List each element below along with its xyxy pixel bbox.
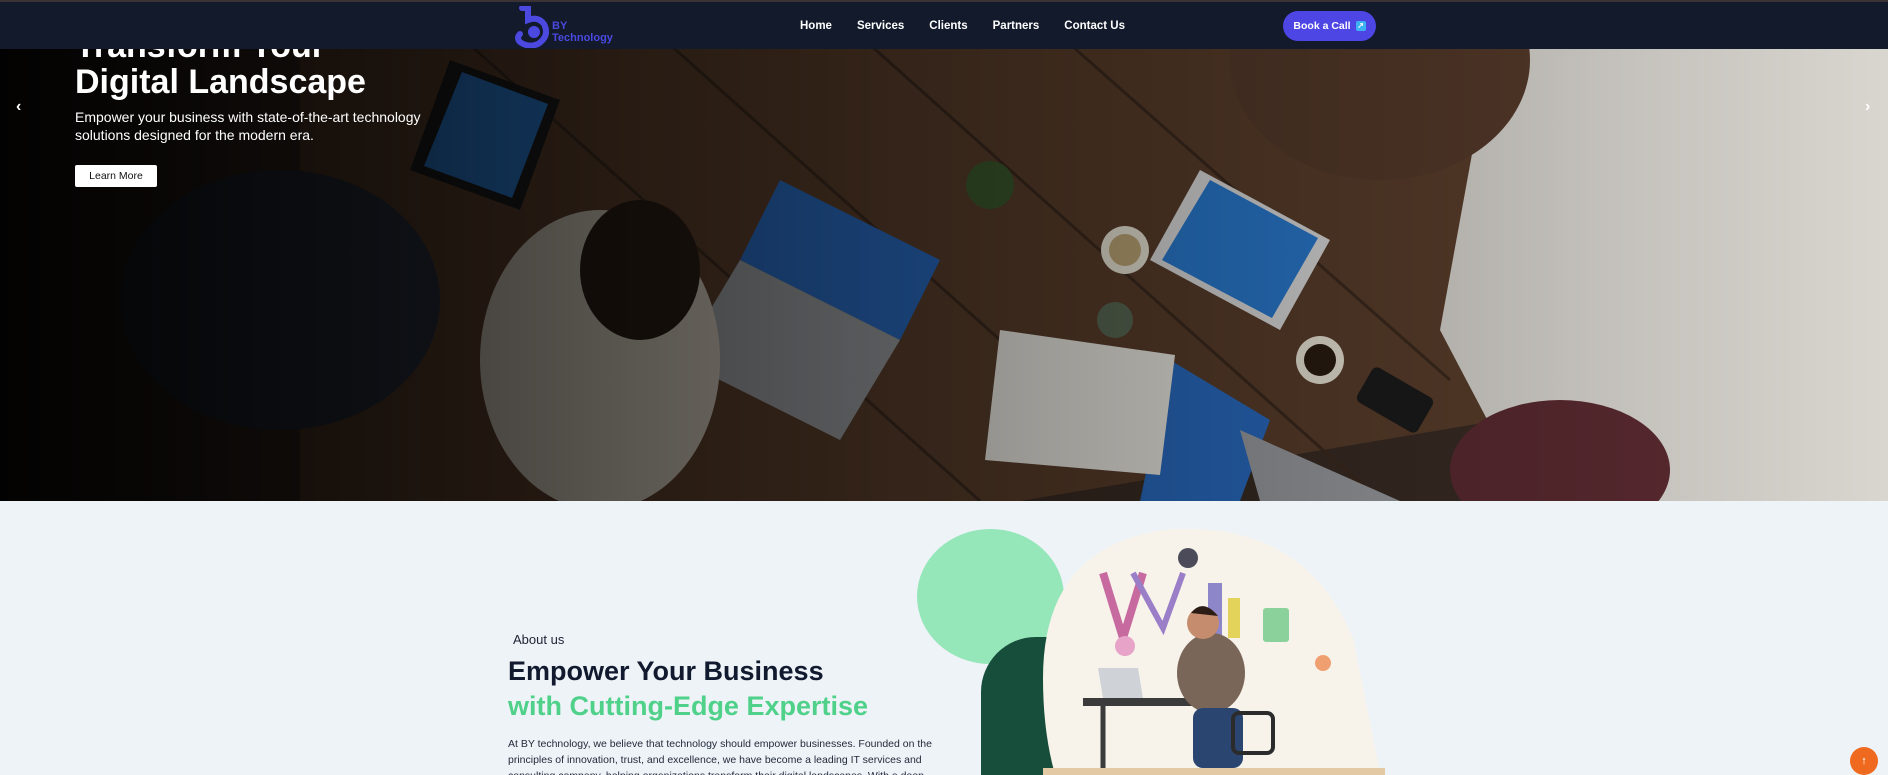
nav-item-partners[interactable]: Partners	[993, 20, 1040, 32]
about-illustration-image	[1043, 529, 1385, 775]
nav-item-contact-us[interactable]: Contact Us	[1064, 20, 1125, 32]
external-link-icon: ↗	[1355, 21, 1366, 31]
brand-name: BY Technology	[552, 20, 613, 44]
book-a-call-label: Book a Call	[1293, 20, 1351, 32]
carousel-next-icon[interactable]: ›	[1865, 98, 1870, 116]
carousel-prev-icon[interactable]: ‹	[16, 98, 21, 116]
about-paragraph: At BY technology, we believe that techno…	[508, 738, 932, 775]
learn-more-button[interactable]: Learn More	[75, 165, 157, 187]
about-title-line1: Empower Your Business	[508, 656, 824, 686]
scroll-to-top-icon[interactable]: ↑	[1850, 747, 1878, 775]
brand-logo[interactable]: BY Technology	[514, 6, 613, 48]
nav-item-clients[interactable]: Clients	[929, 20, 967, 32]
hero-title-line2: Digital Landscape	[75, 63, 366, 101]
about-eyebrow: About us	[513, 632, 565, 647]
hero-carousel: Transform Your Digital Landscape Empower…	[0, 0, 1888, 501]
hero-subtitle: Empower your business with state-of-the-…	[75, 109, 421, 143]
book-a-call-button[interactable]: Book a Call ↗	[1283, 11, 1376, 41]
brand-name-line2: Technology	[552, 32, 613, 44]
about-title-line2: with Cutting-Edge Expertise	[508, 691, 869, 721]
top-navbar: BY Technology Home Services Clients Part…	[0, 0, 1888, 49]
nav-item-home[interactable]: Home	[800, 20, 832, 32]
nav-item-services[interactable]: Services	[857, 20, 904, 32]
brand-logo-mark-icon	[515, 6, 549, 48]
main-menu: Home Services Clients Partners Contact U…	[800, 20, 1150, 32]
brand-name-line1: BY	[552, 20, 568, 32]
